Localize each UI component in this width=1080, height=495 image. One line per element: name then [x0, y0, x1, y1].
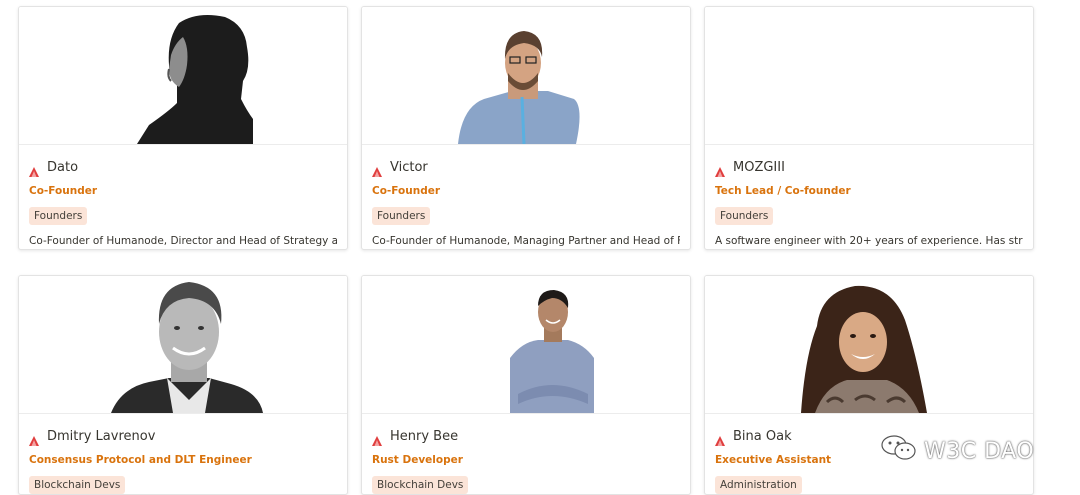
mountain-icon: [372, 431, 382, 446]
member-description: A software engineer with 20+ years of ex…: [715, 235, 1023, 247]
team-card[interactable]: Victor Co-Founder Founders Co-Founder of…: [361, 6, 691, 250]
member-name: Henry Bee: [390, 428, 459, 444]
mountain-icon: [372, 162, 382, 177]
wechat-icon: [880, 434, 918, 468]
portrait-image: [801, 285, 927, 413]
member-role: Consensus Protocol and DLT Engineer: [29, 454, 252, 466]
team-card[interactable]: Henry Bee Rust Developer Blockchain Devs: [361, 275, 691, 495]
mountain-icon: [29, 162, 39, 177]
team-card[interactable]: Dmitry Lavrenov Consensus Protocol and D…: [18, 275, 348, 495]
member-role: Co-Founder: [29, 185, 98, 197]
member-tag[interactable]: Blockchain Devs: [372, 476, 469, 494]
member-photo: [705, 276, 1033, 414]
member-photo: [19, 276, 347, 414]
mountain-icon: [715, 431, 725, 446]
member-photo: [19, 7, 347, 145]
member-tag[interactable]: Administration: [715, 476, 802, 494]
portrait-image: [137, 15, 253, 144]
portrait-image: [111, 282, 263, 413]
member-role: Rust Developer: [372, 454, 463, 466]
member-tag[interactable]: Founders: [29, 207, 88, 225]
team-card[interactable]: Dato Co-Founder Founders Co-Founder of H…: [18, 6, 348, 250]
member-tag[interactable]: Blockchain Devs: [29, 476, 126, 494]
watermark: W3C DAO: [880, 434, 1034, 468]
watermark-text: W3C DAO: [924, 438, 1035, 464]
mountain-icon: [715, 162, 725, 177]
member-description: Co-Founder of Humanode, Managing Partner…: [372, 235, 680, 247]
member-photo: [362, 7, 690, 145]
member-photo: [362, 276, 690, 414]
member-photo: [705, 7, 1033, 145]
member-name: MOZGIII: [733, 159, 785, 175]
mountain-icon: [29, 431, 39, 446]
member-description: Co-Founder of Humanode, Director and Hea…: [29, 235, 337, 247]
portrait-image: [458, 31, 580, 144]
member-name: Dmitry Lavrenov: [47, 428, 156, 444]
member-name: Bina Oak: [733, 428, 792, 444]
member-tag[interactable]: Founders: [372, 207, 431, 225]
member-role: Tech Lead / Co-founder: [715, 185, 851, 197]
member-role: Co-Founder: [372, 185, 441, 197]
team-card[interactable]: MOZGIII Tech Lead / Co-founder Founders …: [704, 6, 1034, 250]
member-tag[interactable]: Founders: [715, 207, 774, 225]
portrait-image: [510, 290, 596, 413]
member-name: Victor: [390, 159, 428, 175]
member-name: Dato: [47, 159, 79, 175]
